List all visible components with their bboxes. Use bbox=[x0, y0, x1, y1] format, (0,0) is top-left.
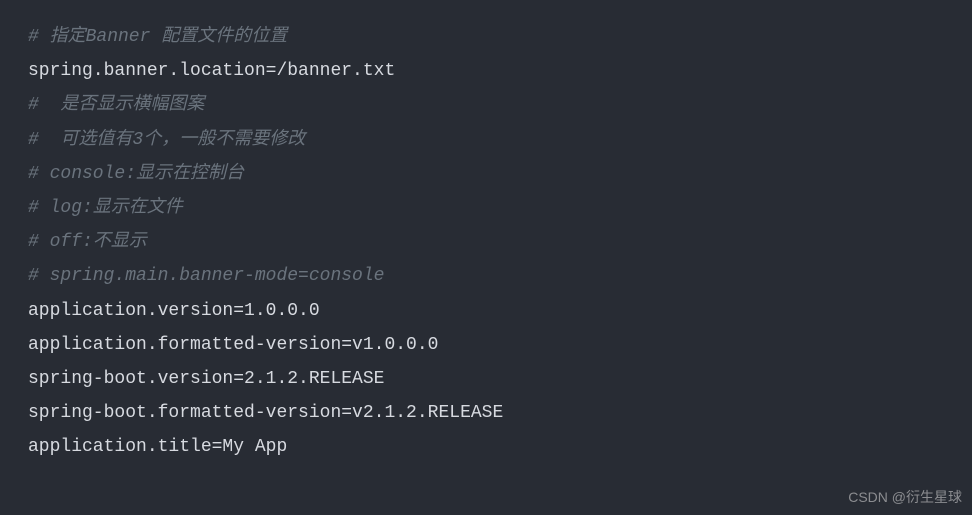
code-line-comment: # 可选值有3个，一般不需要修改 bbox=[28, 123, 944, 157]
code-line-comment: # off:不显示 bbox=[28, 225, 944, 259]
code-line-comment: # log:显示在文件 bbox=[28, 191, 944, 225]
code-line-property: application.version=1.0.0.0 bbox=[28, 294, 944, 328]
code-line-comment: # spring.main.banner-mode=console bbox=[28, 259, 944, 293]
code-line-comment: # console:显示在控制台 bbox=[28, 157, 944, 191]
code-line-property: application.title=My App bbox=[28, 430, 944, 464]
code-line-comment: # 是否显示横幅图案 bbox=[28, 88, 944, 122]
code-line-property: spring.banner.location=/banner.txt bbox=[28, 54, 944, 88]
code-line-property: application.formatted-version=v1.0.0.0 bbox=[28, 328, 944, 362]
code-line-property: spring-boot.version=2.1.2.RELEASE bbox=[28, 362, 944, 396]
code-editor: # 指定Banner 配置文件的位置 spring.banner.locatio… bbox=[28, 20, 944, 464]
code-line-property: spring-boot.formatted-version=v2.1.2.REL… bbox=[28, 396, 944, 430]
code-line-comment: # 指定Banner 配置文件的位置 bbox=[28, 20, 944, 54]
watermark-text: CSDN @衍生星球 bbox=[848, 484, 962, 511]
